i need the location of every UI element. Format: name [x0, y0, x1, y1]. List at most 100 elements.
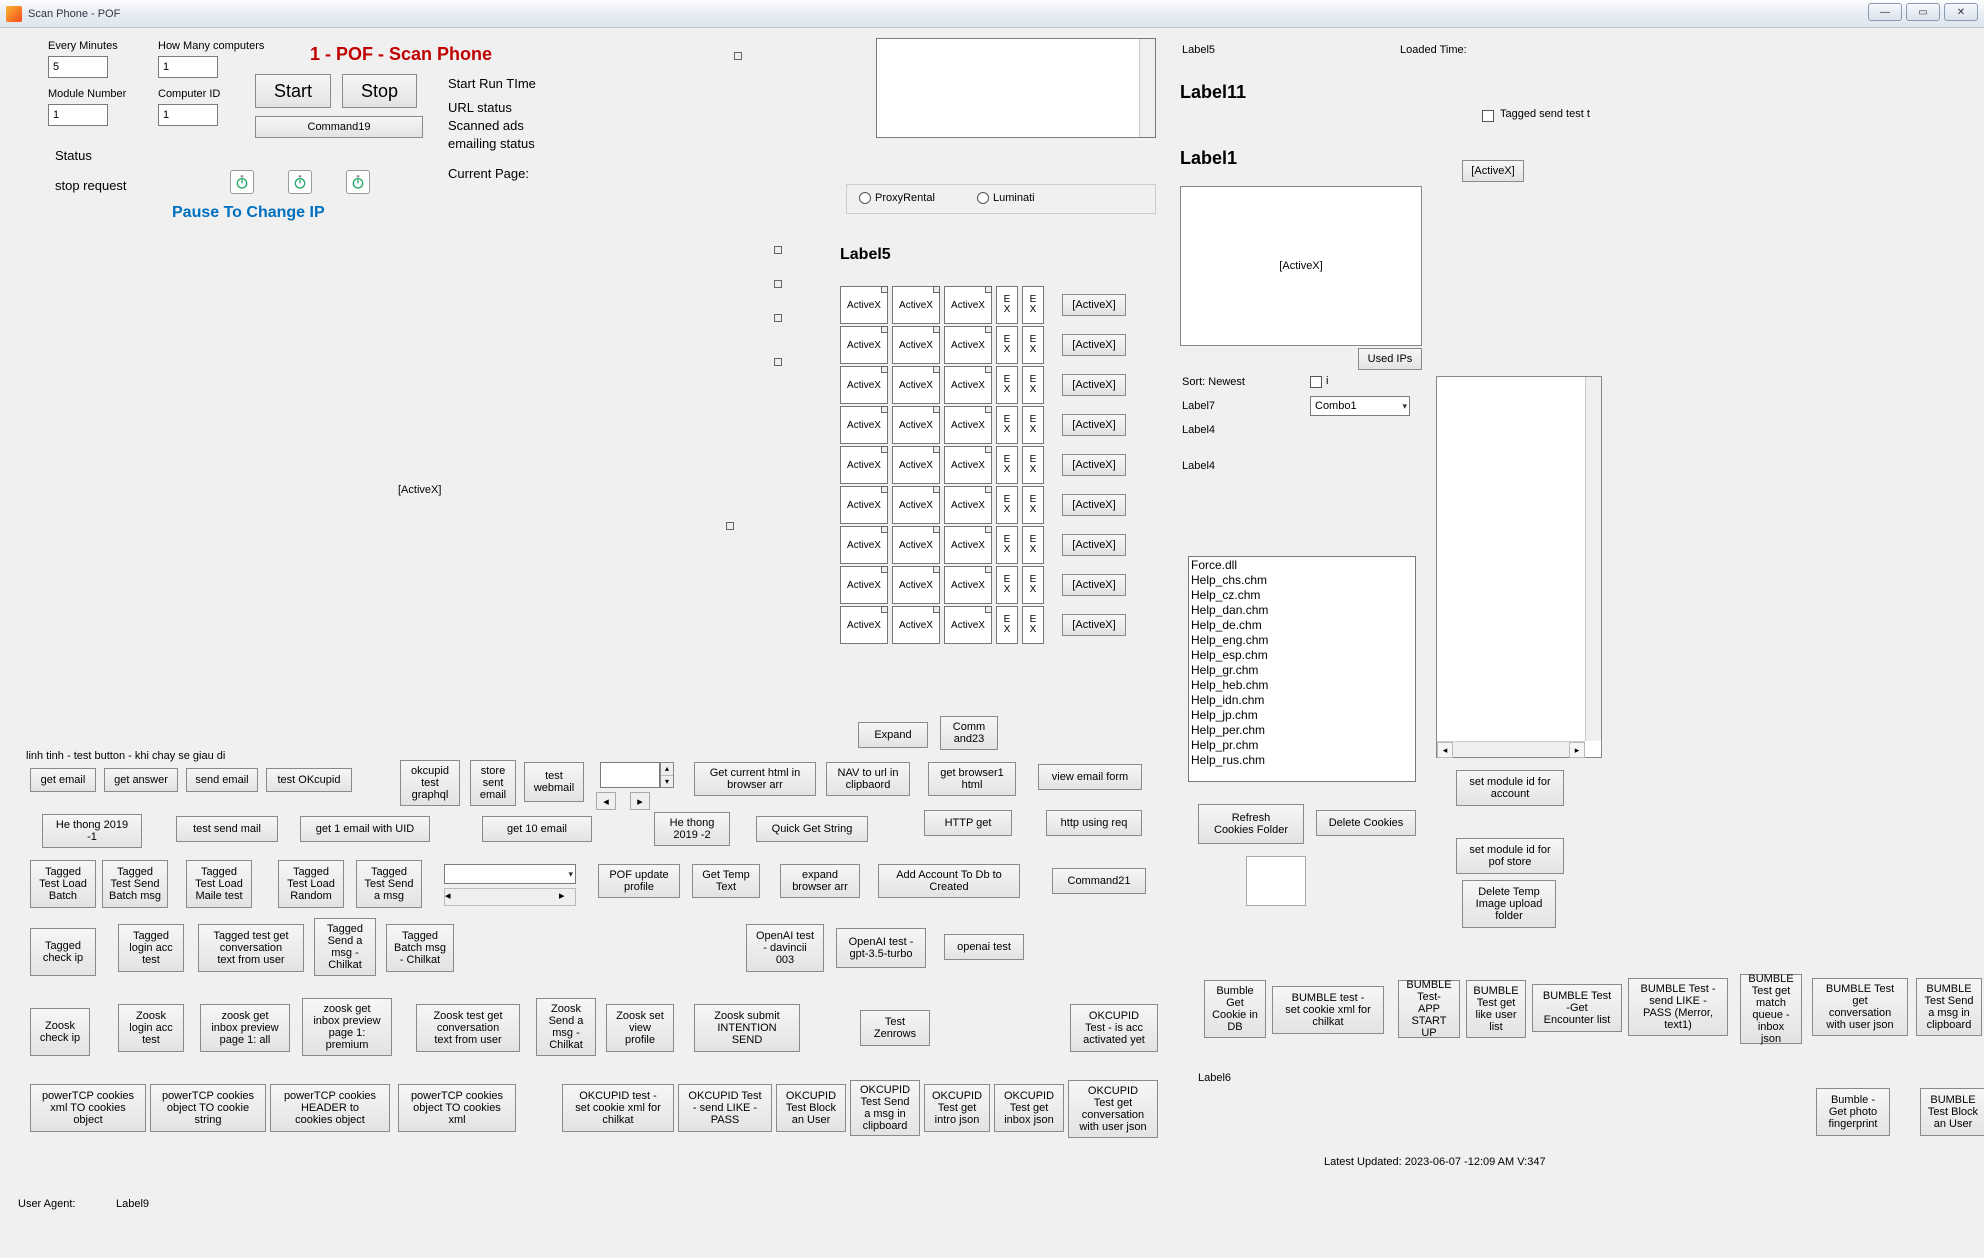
tagged-load-maile-button[interactable]: Tagged Test Load Maile test [186, 860, 252, 908]
module-number-input[interactable] [48, 104, 108, 126]
list-item[interactable]: Force.dll [1191, 558, 1413, 573]
scroll-left-icon[interactable]: ◂ [445, 889, 461, 905]
okc-block-user-button[interactable]: OKCUPID Test Block an User [776, 1084, 846, 1132]
ptcp-obj-xml-button[interactable]: powerTCP cookies object TO cookies xml [398, 1084, 516, 1132]
zoosk-inbox-all-button[interactable]: zoosk get inbox preview page 1: all [200, 1004, 290, 1052]
list-item[interactable]: Help_chs.chm [1191, 573, 1413, 588]
computer-id-input[interactable] [158, 104, 218, 126]
scroll-right-icon[interactable]: ▸ [559, 889, 575, 905]
start-button[interactable]: Start [255, 74, 331, 108]
list-item[interactable]: Help_esp.chm [1191, 648, 1413, 663]
http-using-req-button[interactable]: http using req [1046, 810, 1142, 836]
maximize-button[interactable]: ▭ [1906, 3, 1940, 21]
add-account-db-button[interactable]: Add Account To Db to Created [878, 864, 1020, 898]
list-item[interactable]: Help_idn.chm [1191, 693, 1413, 708]
delete-cookies-button[interactable]: Delete Cookies [1316, 810, 1416, 836]
nav-url-clipboard-button[interactable]: NAV to url in clipbaord [826, 762, 910, 796]
okc-conv-json-button[interactable]: OKCUPID Test get conversation with user … [1068, 1080, 1158, 1138]
get-browser1-html-button[interactable]: get browser1 html [928, 762, 1016, 796]
activex-row-button[interactable]: [ActiveX] [1062, 454, 1126, 476]
activex-row-button[interactable]: [ActiveX] [1062, 614, 1126, 636]
list-item[interactable]: Help_eng.chm [1191, 633, 1413, 648]
expand-browser-arr-button[interactable]: expand browser arr [780, 864, 860, 898]
get-10-email-button[interactable]: get 10 email [482, 816, 592, 842]
tagged-send-msg-button[interactable]: Tagged Test Send a msg [356, 860, 422, 908]
set-module-pof-button[interactable]: set module id for pof store [1456, 838, 1564, 874]
activex-row-button[interactable]: [ActiveX] [1062, 374, 1126, 396]
tagged-send-chilkat-button[interactable]: Tagged Send a msg - Chilkat [314, 918, 376, 976]
refresh-cookies-button[interactable]: Refresh Cookies Folder [1198, 804, 1304, 844]
bumble-cookie-db-button[interactable]: Bumble Get Cookie in DB [1204, 980, 1266, 1038]
view-email-form-button[interactable]: view email form [1038, 764, 1142, 790]
openai-test-button[interactable]: openai test [944, 934, 1024, 960]
command21-button[interactable]: Command21 [1052, 868, 1146, 894]
list-item[interactable]: Help_cz.chm [1191, 588, 1413, 603]
send-email-button[interactable]: send email [186, 768, 258, 792]
he-thong-2-button[interactable]: He thong 2019 -2 [654, 812, 730, 846]
list-item[interactable]: Help_pr.chm [1191, 738, 1413, 753]
stop-button[interactable]: Stop [342, 74, 417, 108]
test-webmail-button[interactable]: test webmail [524, 762, 584, 802]
get-answer-button[interactable]: get answer [104, 768, 178, 792]
bumble-conv-json-button[interactable]: BUMBLE Test get conversation with user j… [1812, 978, 1908, 1036]
scroll-left-icon[interactable]: ◂ [1437, 742, 1453, 758]
zoosk-set-view-button[interactable]: Zoosk set view profile [606, 1004, 674, 1052]
http-get-button[interactable]: HTTP get [924, 810, 1012, 836]
zoosk-check-ip-button[interactable]: Zoosk check ip [30, 1008, 90, 1056]
tagged-load-batch-button[interactable]: Tagged Test Load Batch [30, 860, 96, 908]
test-zenrows-button[interactable]: Test Zenrows [860, 1010, 930, 1046]
scrollbar[interactable] [1585, 377, 1601, 741]
zoosk-login-acc-button[interactable]: Zoosk login acc test [118, 1004, 184, 1052]
zoosk-send-chilkat-button[interactable]: Zoosk Send a msg - Chilkat [536, 998, 596, 1056]
okcupid-test-graphql-button[interactable]: okcupid test graphql [400, 760, 460, 806]
spinner-input[interactable] [600, 762, 660, 788]
set-module-account-button[interactable]: set module id for account [1456, 770, 1564, 806]
activex-row-button[interactable]: [ActiveX] [1062, 294, 1126, 316]
list-item[interactable]: Help_de.chm [1191, 618, 1413, 633]
proxy-rental-radio[interactable]: ProxyRental [859, 192, 935, 204]
bumble-send-msg-clip-button[interactable]: BUMBLE Test Send a msg in clipboard [1916, 978, 1982, 1036]
right-scroll-panel[interactable]: ◂▸ [1436, 376, 1602, 758]
bumble-set-cookie-button[interactable]: BUMBLE test - set cookie xml for chilkat [1272, 986, 1384, 1034]
activex-btn-right[interactable]: [ActiveX] [1462, 160, 1524, 182]
activex-row-button[interactable]: [ActiveX] [1062, 574, 1126, 596]
ptcp-hdr-obj-button[interactable]: powerTCP cookies HEADER to cookies objec… [270, 1084, 390, 1132]
close-button[interactable]: ✕ [1944, 3, 1978, 21]
rowb-combo[interactable]: ▾ [444, 864, 576, 884]
rowb-hscroll[interactable]: ◂▸ [444, 888, 576, 906]
get-1-email-uid-button[interactable]: get 1 email with UID [300, 816, 430, 842]
tagged-send-checkbox[interactable] [1482, 110, 1494, 122]
list-item[interactable]: Help_heb.chm [1191, 678, 1413, 693]
nav-right-button[interactable]: ▸ [630, 792, 650, 810]
command19-button[interactable]: Command19 [255, 116, 423, 138]
bumble-app-startup-button[interactable]: BUMBLE Test- APP START UP [1398, 980, 1460, 1038]
okc-send-like-button[interactable]: OKCUPID Test - send LIKE - PASS [678, 1084, 772, 1132]
test-send-mail-button[interactable]: test send mail [176, 816, 278, 842]
tagged-login-acc-button[interactable]: Tagged login acc test [118, 924, 184, 972]
expand-button[interactable]: Expand [858, 722, 928, 748]
file-listbox[interactable]: Force.dllHelp_chs.chmHelp_cz.chmHelp_dan… [1188, 556, 1416, 782]
get-email-button[interactable]: get email [30, 768, 96, 792]
openai-davinci-button[interactable]: OpenAI test - davincii 003 [746, 924, 824, 972]
okc-intro-json-button[interactable]: OKCUPID Test get intro json [924, 1084, 990, 1132]
bumble-photo-fp-button[interactable]: Bumble - Get photo fingerprint [1816, 1088, 1890, 1136]
minimize-button[interactable]: — [1868, 3, 1902, 21]
bumble-send-like-button[interactable]: BUMBLE Test - send LIKE - PASS (Merror, … [1628, 978, 1728, 1036]
hscrollbar[interactable]: ◂▸ [1437, 741, 1585, 757]
log-textbox[interactable] [876, 38, 1156, 138]
okcupid-activated-button[interactable]: OKCUPID Test - is acc activated yet [1070, 1004, 1158, 1052]
bumble-match-queue-button[interactable]: BUMBLE Test get match queue - inbox json [1740, 974, 1802, 1044]
ptcp-obj-str-button[interactable]: powerTCP cookies object TO cookie string [150, 1084, 266, 1132]
used-ips-button[interactable]: Used IPs [1358, 348, 1422, 370]
pof-update-profile-button[interactable]: POF update profile [598, 864, 680, 898]
okc-send-msg-clip-button[interactable]: OKCUPID Test Send a msg in clipboard [850, 1080, 920, 1136]
scroll-right-icon[interactable]: ▸ [1569, 742, 1585, 758]
list-item[interactable]: Help_per.chm [1191, 723, 1413, 738]
test-okcupid-button[interactable]: test OKcupid [266, 768, 352, 792]
get-current-html-button[interactable]: Get current html in browser arr [694, 762, 816, 796]
he-thong-1-button[interactable]: He thong 2019 -1 [42, 814, 142, 848]
zoosk-submit-intention-button[interactable]: Zoosk submit INTENTION SEND [694, 1004, 800, 1052]
tagged-batch-chilkat-button[interactable]: Tagged Batch msg - Chilkat [386, 924, 454, 972]
every-minutes-input[interactable] [48, 56, 108, 78]
zoosk-get-conv-button[interactable]: Zoosk test get conversation text from us… [416, 1004, 520, 1052]
